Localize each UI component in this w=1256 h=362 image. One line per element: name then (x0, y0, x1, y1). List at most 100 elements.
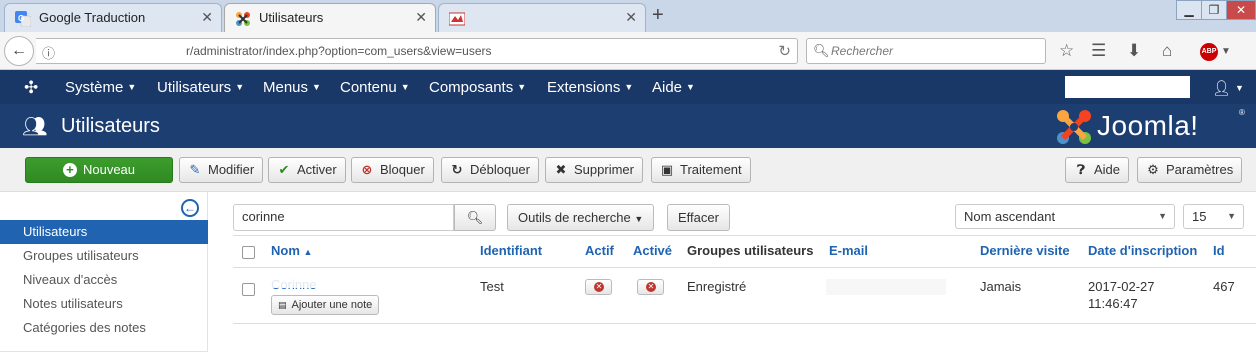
reading-list-icon[interactable]: ☰ (1091, 41, 1106, 61)
caret-down-icon: ▼ (634, 214, 644, 224)
menu-utilisateurs[interactable]: Utilisateurs ▼ (157, 79, 244, 96)
registered-mark: ® (1239, 108, 1245, 117)
user-id: 467 (1213, 279, 1235, 294)
action-toolbar: + Nouveau ✎ Modifier ✔ Activer ⊗ Bloquer ↻ Dé… (0, 148, 1256, 192)
ordering-select[interactable]: Nom ascendant ▼ (955, 204, 1175, 229)
column-header-derniere-visite[interactable]: Dernière visite (980, 243, 1070, 258)
close-tab-icon[interactable]: ✕ (625, 9, 637, 26)
check-icon: ✔ (278, 162, 290, 177)
users-icon: 👥︎ (22, 116, 48, 138)
sort-up-icon: ▲ (303, 247, 313, 257)
site-favicon (449, 12, 465, 26)
help-button[interactable]: ❓︎ Aide (1065, 157, 1130, 183)
back-arrow-icon[interactable]: ← (4, 36, 34, 66)
tab-title: Google Traduction (39, 10, 146, 25)
collapse-sidebar-icon[interactable]: ← (181, 199, 199, 217)
close-tab-icon[interactable]: ✕ (201, 9, 213, 26)
row-checkbox[interactable] (242, 283, 255, 296)
edit-button[interactable]: ✎ Modifier (179, 157, 264, 183)
caret-down-icon: ▼ (312, 82, 321, 92)
question-icon: ❓︎ (1077, 162, 1085, 177)
sidebar-item-notes[interactable]: Notes utilisateurs (0, 292, 208, 316)
block-icon: ⊗ (361, 162, 373, 177)
sidebar-item-niveaux[interactable]: Niveaux d'accès (0, 268, 208, 292)
registration-date: 2017-02-27 (1088, 279, 1155, 294)
caret-down-icon: ▼ (517, 82, 527, 92)
sidebar-item-categories-notes[interactable]: Catégories des notes (0, 316, 208, 340)
options-button[interactable]: ⚙ Paramètres (1137, 157, 1243, 183)
close-window-icon[interactable]: ✕ (1226, 0, 1256, 20)
page-title-bar: 👥︎ Utilisateurs Joomla! ® (0, 104, 1256, 148)
activate-button[interactable]: ✔ Activer (268, 157, 346, 183)
user-groups: Enregistré (687, 279, 747, 294)
page-title: Utilisateurs (61, 115, 160, 137)
disabled-x-icon: ✕ (646, 282, 656, 292)
sidebar-item-utilisateurs[interactable]: Utilisateurs (0, 220, 208, 244)
column-header-groupes: Groupes utilisateurs (687, 243, 814, 258)
menu-composants[interactable]: Composants ▼ (429, 79, 526, 96)
redacted-site-name (1065, 76, 1190, 98)
url-bar[interactable]: ⓘ r/administrator/index.php?option=com_u… (36, 38, 798, 64)
joomla-icon[interactable]: ✣ (24, 78, 38, 98)
batch-button[interactable]: ▣ Traitement (651, 157, 751, 183)
browser-nav-bar: ← ⓘ r/administrator/index.php?option=com… (0, 32, 1256, 70)
chevron-down-icon[interactable]: ▼ (1221, 46, 1231, 57)
download-icon[interactable]: ⬇ (1127, 41, 1141, 61)
block-button[interactable]: ⊗ Bloquer (351, 157, 434, 183)
minimize-window-icon[interactable]: ▁ (1176, 0, 1202, 20)
adblock-icon[interactable]: ABP (1200, 43, 1218, 61)
sidebar: ← Utilisateurs Groupes utilisateurs Nive… (0, 192, 208, 352)
chevron-down-icon: ▼ (1227, 211, 1236, 221)
add-note-button[interactable]: ▤ Ajouter une note (271, 295, 380, 315)
search-icon: 🔍︎ (466, 210, 484, 225)
new-button[interactable]: + Nouveau (25, 157, 173, 183)
close-tab-icon[interactable]: ✕ (415, 9, 427, 26)
sidebar-item-groupes[interactable]: Groupes utilisateurs (0, 244, 208, 268)
column-header-actif[interactable]: Actif (585, 243, 614, 258)
disabled-x-icon: ✕ (594, 282, 604, 292)
menu-extensions[interactable]: Extensions ▼ (547, 79, 633, 96)
menu-contenu[interactable]: Contenu ▼ (340, 79, 410, 96)
toggle-activated-button[interactable]: ✕ (637, 279, 664, 295)
menu-systeme[interactable]: Système ▼ (65, 79, 136, 96)
limit-select[interactable]: 15 ▼ (1183, 204, 1244, 229)
table-top-border (233, 235, 1256, 236)
caret-down-icon: ▼ (624, 82, 634, 92)
browser-tab-google-translate[interactable]: G Google Traduction ✕ (4, 3, 222, 32)
unblock-button[interactable]: ↻ Débloquer (441, 157, 539, 183)
reload-icon[interactable]: ↻ (778, 42, 791, 60)
new-tab-icon[interactable]: + (652, 4, 664, 27)
search-button[interactable]: 🔍︎ (454, 204, 496, 231)
search-input[interactable]: corinne (233, 204, 454, 231)
user-menu-icon[interactable]: 👤︎ ▼ (1212, 79, 1244, 97)
caret-down-icon: ▼ (235, 82, 245, 92)
column-header-identifiant[interactable]: Identifiant (480, 243, 542, 258)
browser-search-box[interactable]: 🔍︎ Rechercher (806, 38, 1046, 64)
chevron-down-icon: ▼ (1158, 211, 1167, 221)
menu-aide[interactable]: Aide ▼ (652, 79, 695, 96)
plus-circle-icon: + (62, 163, 77, 177)
delete-button[interactable]: ✖ Supprimer (545, 157, 643, 183)
column-header-id[interactable]: Id (1213, 243, 1225, 258)
menu-menus[interactable]: Menus ▼ (263, 79, 321, 96)
info-icon[interactable]: ⓘ (42, 43, 55, 62)
column-header-nom[interactable]: Nom ▲ (271, 243, 312, 258)
clear-button[interactable]: Effacer (667, 204, 730, 231)
column-header-email[interactable]: E-mail (829, 243, 868, 258)
home-icon[interactable]: ⌂ (1162, 41, 1172, 61)
column-header-active[interactable]: Activé (633, 243, 672, 258)
browser-tab-site[interactable]: ✕ (438, 3, 646, 32)
search-tools-button[interactable]: Outils de recherche ▼ (507, 204, 655, 231)
caret-down-icon: ▼ (686, 82, 695, 92)
last-visit: Jamais (980, 279, 1022, 294)
delete-icon: ✖ (555, 162, 567, 177)
bookmark-star-icon[interactable]: ☆ (1059, 41, 1074, 61)
column-header-date-inscription[interactable]: Date d'inscription (1088, 243, 1197, 258)
edit-icon: ✎ (189, 162, 201, 177)
browser-tab-utilisateurs[interactable]: Utilisateurs ✕ (224, 3, 436, 32)
username: Test (480, 279, 504, 294)
restore-window-icon[interactable]: ❐ (1201, 0, 1227, 20)
toggle-active-button[interactable]: ✕ (585, 279, 612, 295)
table-header-border (233, 267, 1256, 268)
select-all-checkbox[interactable] (242, 246, 255, 259)
